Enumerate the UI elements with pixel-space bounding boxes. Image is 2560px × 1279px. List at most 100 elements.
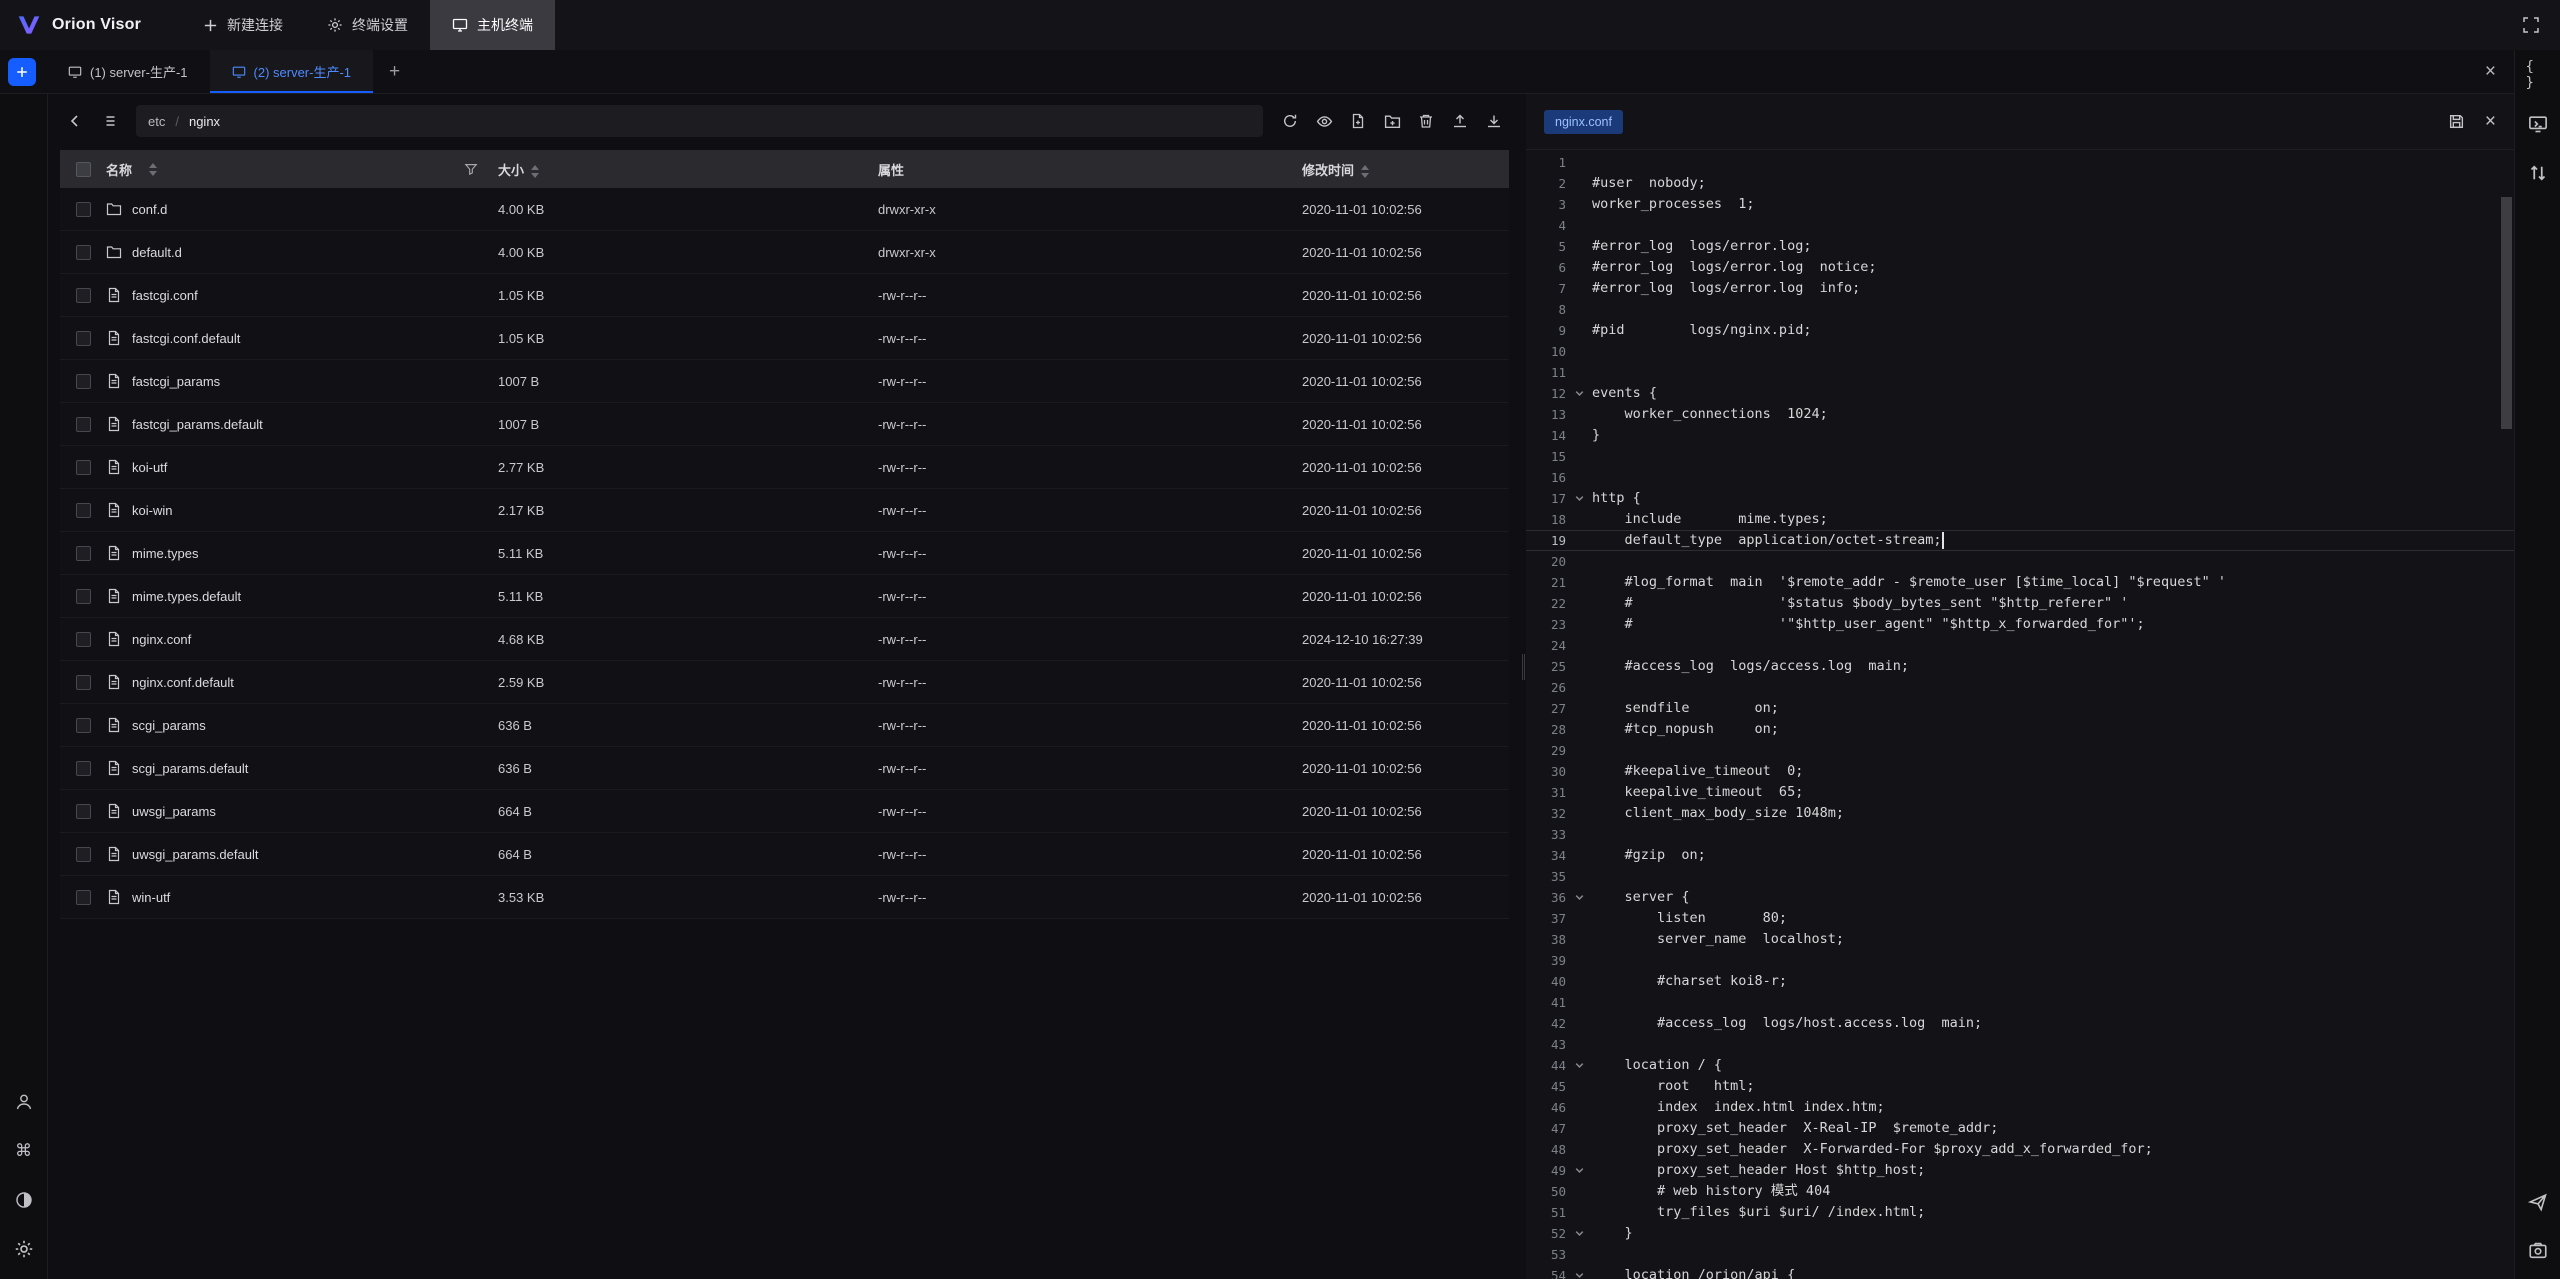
code-line[interactable]: 6#error_log logs/error.log notice; xyxy=(1526,257,2514,278)
code-line[interactable]: 37 listen 80; xyxy=(1526,908,2514,929)
editor-code[interactable]: 12#user nobody;3worker_processes 1;45#er… xyxy=(1526,150,2514,1279)
add-tab-button[interactable]: + xyxy=(373,50,416,93)
row-checkbox[interactable] xyxy=(76,460,91,475)
row-checkbox[interactable] xyxy=(76,761,91,776)
code-line[interactable]: 31 keepalive_timeout 65; xyxy=(1526,782,2514,803)
code-line[interactable]: 8 xyxy=(1526,299,2514,320)
new-folder-icon[interactable] xyxy=(1377,106,1407,136)
file-row[interactable]: fastcgi_params1007 B-rw-r--r--2020-11-01… xyxy=(60,360,1509,403)
code-line[interactable]: 26 xyxy=(1526,677,2514,698)
braces-icon[interactable]: { } xyxy=(2526,63,2550,87)
delete-icon[interactable] xyxy=(1411,106,1441,136)
file-name[interactable]: fastcgi_params.default xyxy=(132,417,263,432)
fullscreen-icon[interactable] xyxy=(2516,10,2546,40)
code-line[interactable]: 49 proxy_set_header Host $http_host; xyxy=(1526,1160,2514,1181)
file-row[interactable]: koi-utf2.77 KB-rw-r--r--2020-11-01 10:02… xyxy=(60,446,1509,489)
row-checkbox[interactable] xyxy=(76,202,91,217)
editor-scrollbar[interactable] xyxy=(2501,197,2512,429)
code-line[interactable]: 45 root html; xyxy=(1526,1076,2514,1097)
row-checkbox[interactable] xyxy=(76,632,91,647)
code-line[interactable]: 35 xyxy=(1526,866,2514,887)
tab-server-1[interactable]: (1) server-生产-1 xyxy=(46,50,210,93)
file-name[interactable]: fastcgi.conf.default xyxy=(132,331,240,346)
row-checkbox[interactable] xyxy=(76,503,91,518)
download-icon[interactable] xyxy=(1479,106,1509,136)
fold-chevron-icon[interactable] xyxy=(1566,1165,1592,1176)
file-name[interactable]: uwsgi_params xyxy=(132,804,216,819)
code-line[interactable]: 52 } xyxy=(1526,1223,2514,1244)
menu-item-host-terminal[interactable]: 主机终端 xyxy=(430,0,555,50)
file-row[interactable]: scgi_params.default636 B-rw-r--r--2020-1… xyxy=(60,747,1509,790)
code-line[interactable]: 36 server { xyxy=(1526,887,2514,908)
code-line[interactable]: 30 #keepalive_timeout 0; xyxy=(1526,761,2514,782)
code-line[interactable]: 25 #access_log logs/access.log main; xyxy=(1526,656,2514,677)
code-line[interactable]: 40 #charset koi8-r; xyxy=(1526,971,2514,992)
swap-vertical-icon[interactable] xyxy=(2526,161,2550,185)
file-name[interactable]: fastcgi.conf xyxy=(132,288,198,303)
file-name[interactable]: fastcgi_params xyxy=(132,374,220,389)
code-line[interactable]: 24 xyxy=(1526,635,2514,656)
file-name[interactable]: uwsgi_params.default xyxy=(132,847,258,862)
new-file-icon[interactable] xyxy=(1343,106,1373,136)
list-icon[interactable] xyxy=(94,106,124,136)
file-row[interactable]: nginx.conf.default2.59 KB-rw-r--r--2020-… xyxy=(60,661,1509,704)
code-line[interactable]: 1 xyxy=(1526,152,2514,173)
row-checkbox[interactable] xyxy=(76,374,91,389)
fold-chevron-icon[interactable] xyxy=(1566,1060,1592,1071)
code-line[interactable]: 21 #log_format main '$remote_addr - $rem… xyxy=(1526,572,2514,593)
code-line[interactable]: 23 # '"$http_user_agent" "$http_x_forwar… xyxy=(1526,614,2514,635)
code-line[interactable]: 4 xyxy=(1526,215,2514,236)
code-line[interactable]: 41 xyxy=(1526,992,2514,1013)
file-name[interactable]: scgi_params.default xyxy=(132,761,248,776)
breadcrumb-segment[interactable]: etc xyxy=(148,114,165,129)
code-line[interactable]: 54 location /orion/api { xyxy=(1526,1265,2514,1279)
breadcrumb-segment[interactable]: nginx xyxy=(189,114,220,129)
close-icon[interactable]: × xyxy=(2485,112,2496,131)
code-line[interactable]: 46 index index.html index.htm; xyxy=(1526,1097,2514,1118)
settings-icon[interactable] xyxy=(12,1237,36,1261)
file-row[interactable]: win-utf3.53 KB-rw-r--r--2020-11-01 10:02… xyxy=(60,876,1509,919)
file-row[interactable]: mime.types5.11 KB-rw-r--r--2020-11-01 10… xyxy=(60,532,1509,575)
code-line[interactable]: 38 server_name localhost; xyxy=(1526,929,2514,950)
code-line[interactable]: 3worker_processes 1; xyxy=(1526,194,2514,215)
send-icon[interactable] xyxy=(2526,1190,2550,1214)
code-line[interactable]: 17http { xyxy=(1526,488,2514,509)
code-line[interactable]: 12events { xyxy=(1526,383,2514,404)
fold-chevron-icon[interactable] xyxy=(1566,892,1592,903)
sort-icon[interactable] xyxy=(149,163,157,176)
file-row[interactable]: koi-win2.17 KB-rw-r--r--2020-11-01 10:02… xyxy=(60,489,1509,532)
file-name[interactable]: conf.d xyxy=(132,202,167,217)
code-line[interactable]: 47 proxy_set_header X-Real-IP $remote_ad… xyxy=(1526,1118,2514,1139)
path-breadcrumb[interactable]: etc / nginx xyxy=(136,105,1263,137)
file-name[interactable]: default.d xyxy=(132,245,182,260)
display-icon[interactable] xyxy=(2526,112,2550,136)
code-line[interactable]: 9#pid logs/nginx.pid; xyxy=(1526,320,2514,341)
row-checkbox[interactable] xyxy=(76,288,91,303)
code-line[interactable]: 20 xyxy=(1526,551,2514,572)
code-line[interactable]: 50 # web history 模式 404 xyxy=(1526,1181,2514,1202)
code-line[interactable]: 39 xyxy=(1526,950,2514,971)
code-line[interactable]: 43 xyxy=(1526,1034,2514,1055)
command-icon[interactable]: ⌘ xyxy=(12,1139,36,1163)
code-line[interactable]: 27 sendfile on; xyxy=(1526,698,2514,719)
file-row[interactable]: fastcgi.conf1.05 KB-rw-r--r--2020-11-01 … xyxy=(60,274,1509,317)
code-line[interactable]: 13 worker_connections 1024; xyxy=(1526,404,2514,425)
code-line[interactable]: 5#error_log logs/error.log; xyxy=(1526,236,2514,257)
code-line[interactable]: 42 #access_log logs/host.access.log main… xyxy=(1526,1013,2514,1034)
new-connection-button[interactable] xyxy=(8,58,36,86)
row-checkbox[interactable] xyxy=(76,890,91,905)
fold-chevron-icon[interactable] xyxy=(1566,1228,1592,1239)
file-name[interactable]: nginx.conf xyxy=(132,632,191,647)
file-row[interactable]: mime.types.default5.11 KB-rw-r--r--2020-… xyxy=(60,575,1509,618)
back-icon[interactable] xyxy=(60,106,90,136)
editor-file-badge[interactable]: nginx.conf xyxy=(1544,110,1623,134)
code-line[interactable]: 48 proxy_set_header X-Forwarded-For $pro… xyxy=(1526,1139,2514,1160)
file-name[interactable]: scgi_params xyxy=(132,718,206,733)
row-checkbox[interactable] xyxy=(76,245,91,260)
file-name[interactable]: koi-utf xyxy=(132,460,167,475)
row-checkbox[interactable] xyxy=(76,675,91,690)
sort-icon[interactable] xyxy=(531,165,539,178)
code-line[interactable]: 51 try_files $uri $uri/ /index.html; xyxy=(1526,1202,2514,1223)
file-row[interactable]: fastcgi.conf.default1.05 KB-rw-r--r--202… xyxy=(60,317,1509,360)
code-line[interactable]: 2#user nobody; xyxy=(1526,173,2514,194)
